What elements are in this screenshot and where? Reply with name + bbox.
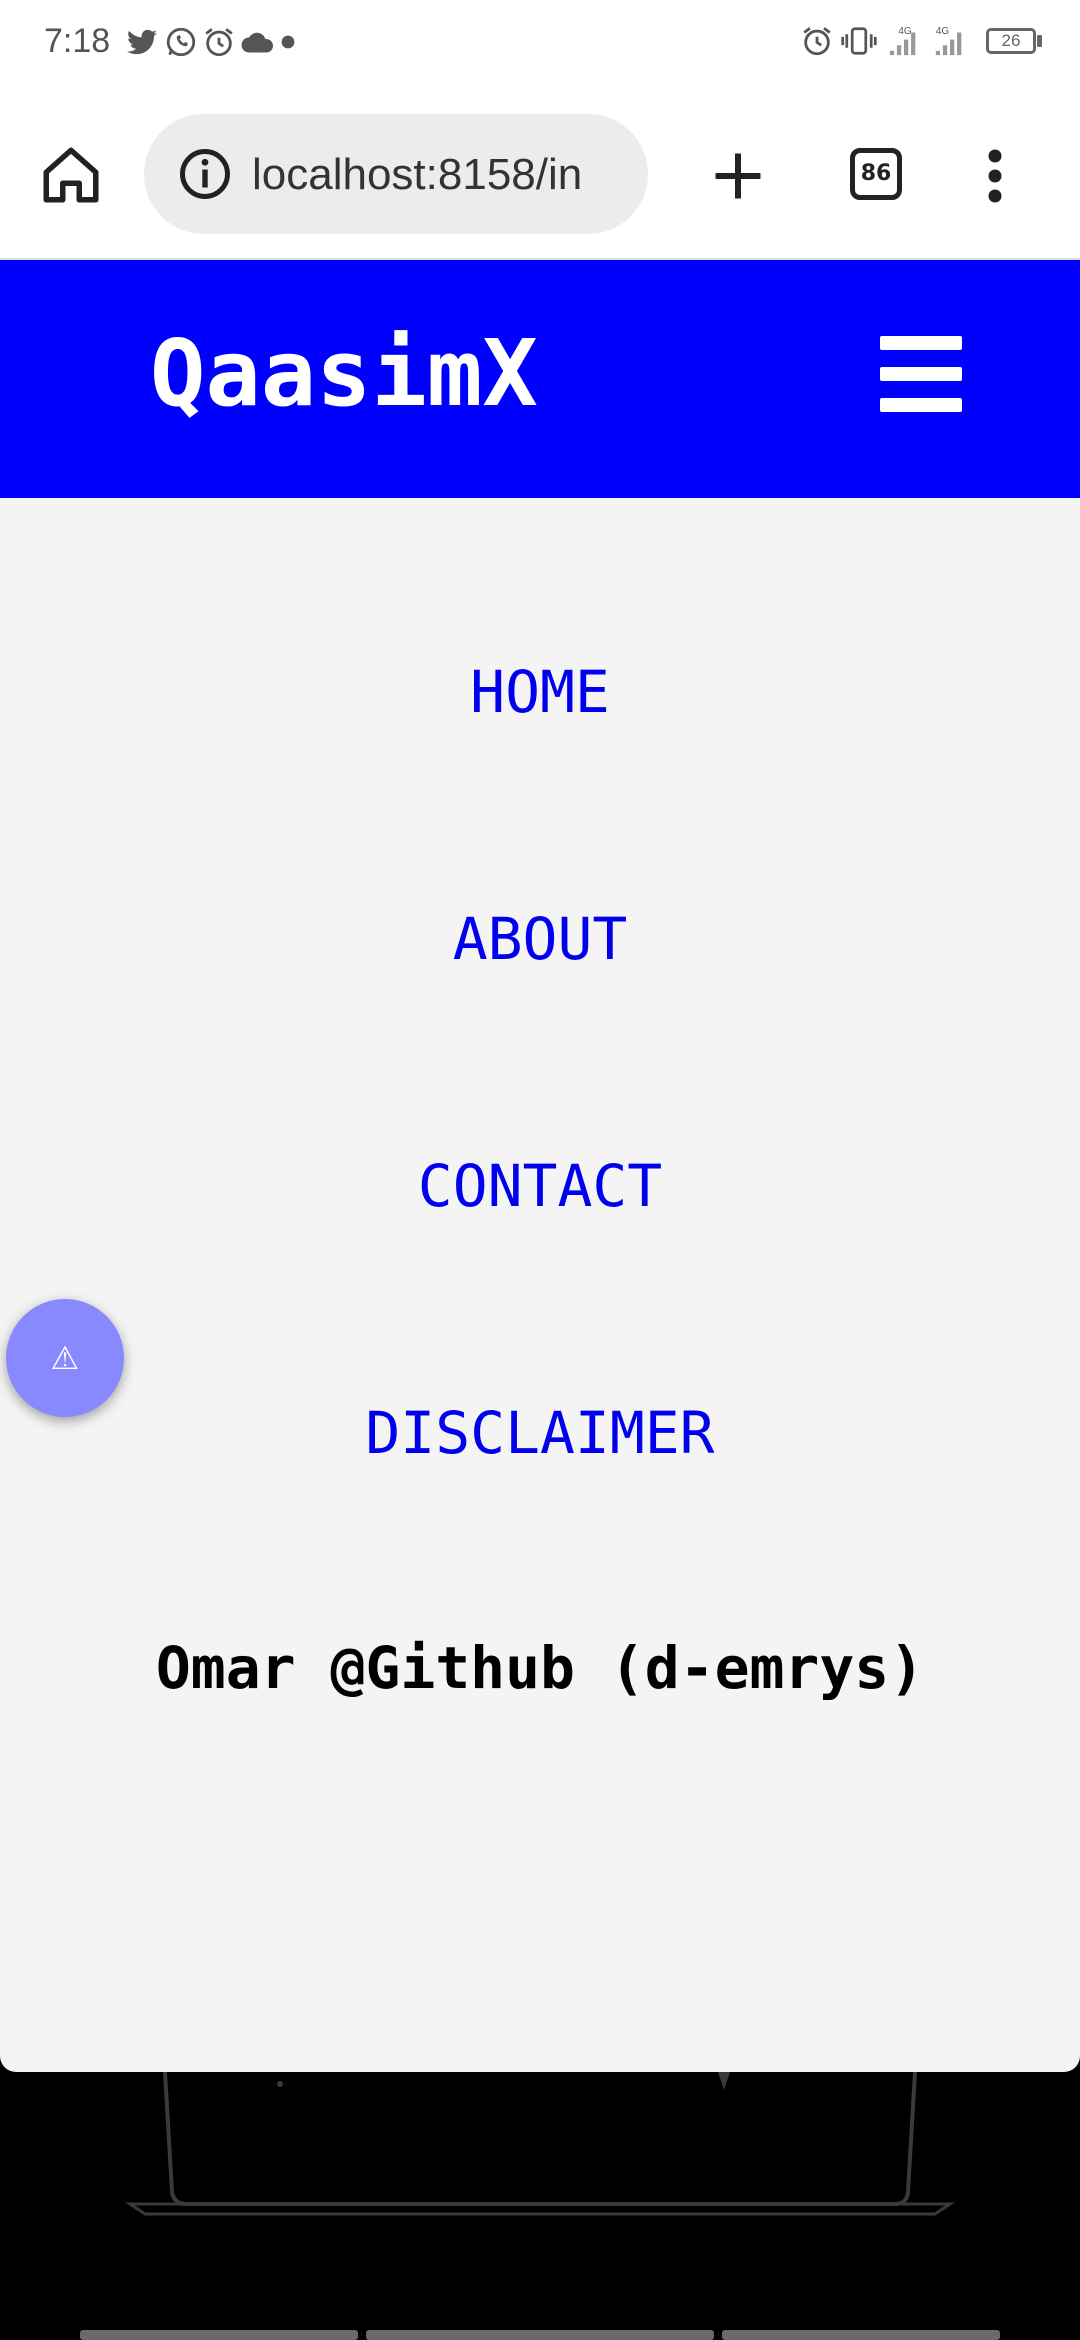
warning-fab[interactable]: ⚠ [6, 1299, 124, 1417]
alarm-icon [205, 28, 233, 57]
battery-tip [1037, 35, 1042, 47]
laptop-illustration [125, 2072, 955, 2216]
nav-link-disclaimer[interactable]: DISCLAIMER [0, 1399, 1080, 1467]
tab-switcher-button[interactable]: 86 [850, 148, 902, 200]
status-bar: 7:18 4G 4G 26 [0, 0, 1080, 90]
nav-link-contact[interactable]: CONTACT [0, 1152, 1080, 1220]
signal-4g-icon: 4G [889, 26, 916, 56]
svg-text:4G: 4G [898, 26, 911, 37]
hamburger-bar [880, 398, 962, 412]
home-icon[interactable] [38, 142, 104, 208]
signal-4g-icon: 4G [935, 26, 962, 56]
svg-text:4G: 4G [936, 26, 949, 37]
site-header: QaasimX [0, 260, 1080, 498]
gesture-bar [80, 2330, 358, 2340]
notification-icons [124, 24, 296, 60]
status-time: 7:18 [44, 22, 111, 60]
address-bar[interactable]: localhost:8158/in [144, 114, 648, 234]
battery-indicator: 26 [986, 28, 1036, 54]
dot-icon [281, 35, 295, 49]
nav-link-about[interactable]: ABOUT [0, 905, 1080, 973]
nav-link-home[interactable]: HOME [0, 658, 1080, 726]
hamburger-bar [880, 336, 962, 350]
hamburger-bar [880, 367, 962, 381]
nav-menu-panel: HOME ABOUT CONTACT DISCLAIMER Omar @Gith… [0, 498, 1080, 2072]
info-icon[interactable] [178, 147, 232, 201]
gesture-bar [722, 2330, 1000, 2340]
more-vert-icon[interactable] [980, 146, 1010, 206]
plus-icon[interactable] [708, 146, 768, 206]
vibrate-icon [841, 27, 877, 55]
system-icons: 4G 4G [800, 24, 970, 58]
browser-toolbar: localhost:8158/in 86 [0, 90, 1080, 260]
cloud-icon [241, 32, 274, 53]
hamburger-icon[interactable] [880, 336, 962, 412]
github-credit: Omar @Github (d-emrys) [155, 1634, 925, 1702]
warning-icon: ⚠ [50, 1339, 80, 1377]
twitter-icon [127, 29, 157, 55]
site-logo[interactable]: QaasimX [150, 320, 538, 427]
alarm-icon [803, 27, 831, 56]
url-text[interactable]: localhost:8158/in [252, 150, 582, 200]
gesture-bar [366, 2330, 714, 2340]
whatsapp-icon [166, 27, 196, 57]
